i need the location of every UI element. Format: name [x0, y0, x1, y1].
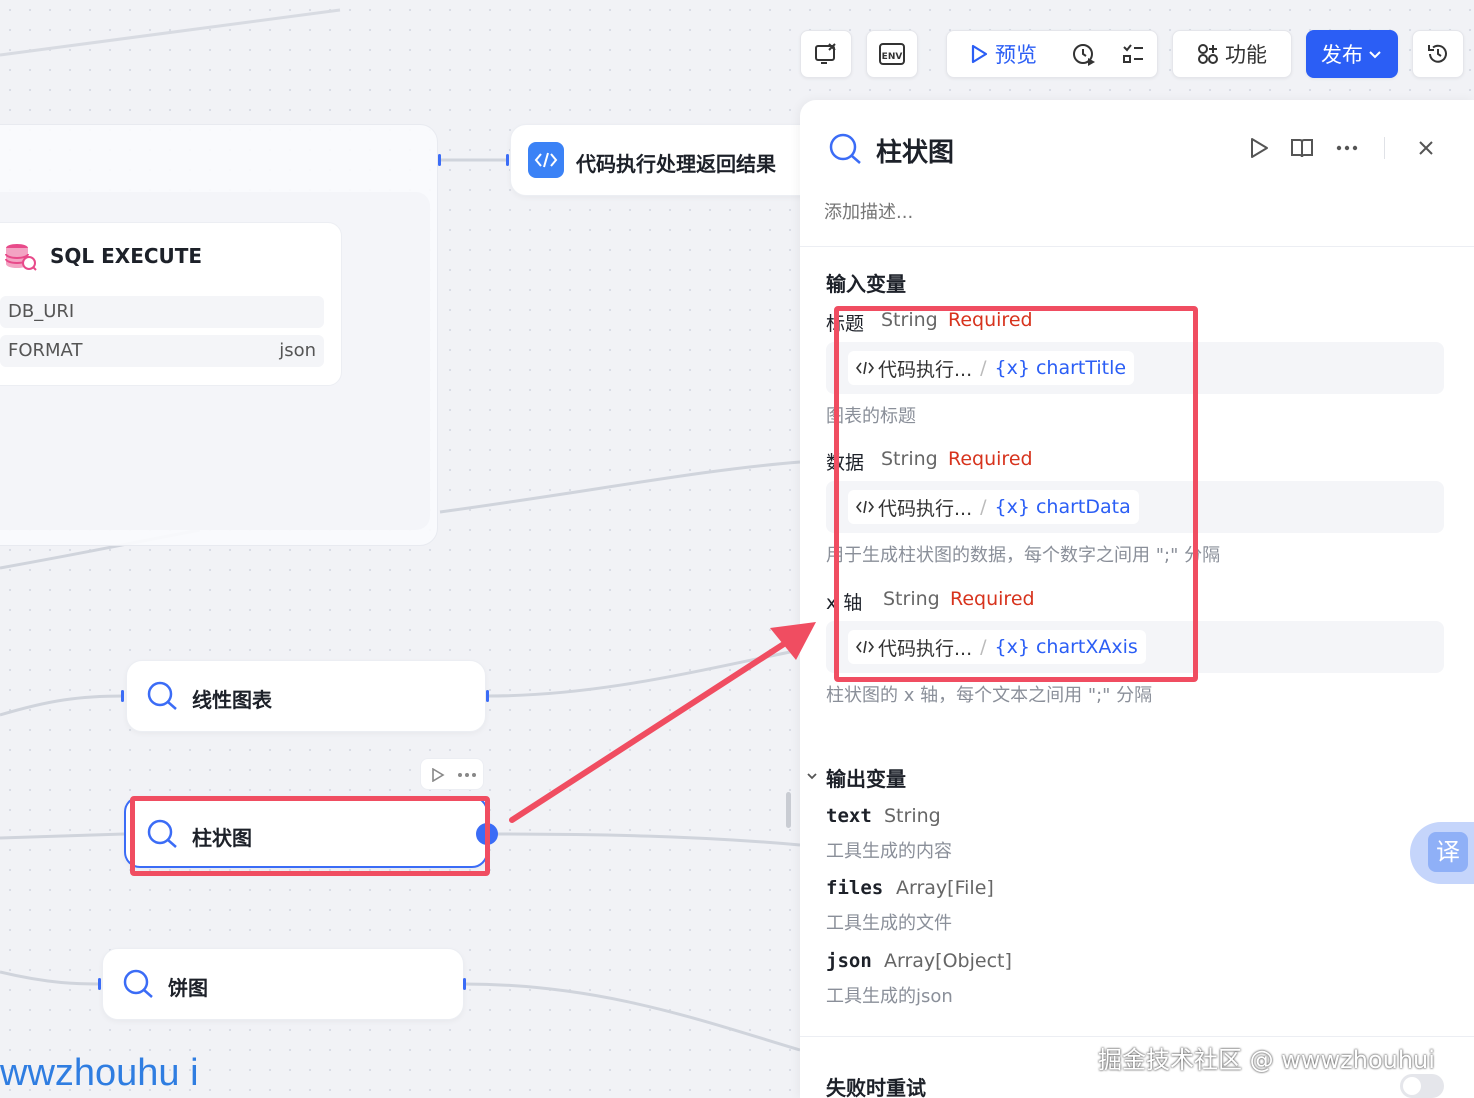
output-var-description: 工具生成的json: [826, 986, 953, 1007]
list-check-icon: [1123, 44, 1143, 63]
panel-divider: [800, 1036, 1474, 1037]
output-var-name: files: [826, 877, 884, 899]
watermark-right: 掘金技术社区 @ wwwzhouhui: [1098, 1046, 1435, 1074]
chart-search-icon: [123, 969, 153, 998]
sql-node-title: SQL EXECUTE: [50, 244, 203, 268]
features-button[interactable]: 功能: [1172, 30, 1292, 78]
code-icon: [528, 142, 564, 178]
checklist-button[interactable]: [800, 30, 852, 78]
input-var-description: 柱状图的 x 轴，每个文本之间用 ";" 分隔: [826, 685, 1153, 706]
version-history-button[interactable]: [1412, 30, 1464, 78]
preview-label: 预览: [995, 43, 1037, 67]
env-icon: ENV: [879, 43, 905, 65]
close-icon[interactable]: [1416, 138, 1436, 158]
preview-button[interactable]: 预览: [969, 39, 1037, 69]
sql-param-row: DB_URI: [0, 296, 324, 328]
sql-param-label: FORMAT: [8, 340, 83, 361]
watermark-left: wwzhouhu i: [0, 1052, 199, 1094]
header-divider: [1384, 137, 1385, 159]
code-node-input-port[interactable]: [506, 154, 509, 166]
retry-toggle[interactable]: [1400, 1074, 1444, 1098]
env-button[interactable]: ENV: [866, 30, 918, 78]
publish-label: 发布: [1321, 43, 1363, 67]
clock-play-icon: [1073, 44, 1095, 66]
output-var-description: 工具生成的内容: [826, 841, 952, 862]
group-output-port[interactable]: [438, 154, 441, 166]
checklist-view-button[interactable]: [1121, 42, 1145, 66]
more-icon[interactable]: [1336, 144, 1358, 152]
play-icon[interactable]: [431, 768, 445, 782]
play-icon: [971, 44, 988, 64]
run-history-button[interactable]: [1071, 42, 1097, 68]
history-icon: [1428, 44, 1447, 63]
sql-param-value: json: [279, 340, 316, 361]
line-chart-input-port[interactable]: [121, 690, 124, 702]
line-chart-output-port[interactable]: [486, 690, 489, 702]
svg-text:ENV: ENV: [882, 52, 903, 62]
publish-button[interactable]: 发布: [1306, 30, 1398, 78]
outputs-section-title: 输出变量: [826, 767, 906, 791]
database-icon: [5, 244, 37, 271]
grid-icon: [1198, 44, 1218, 64]
pie-chart-input-port[interactable]: [98, 978, 101, 990]
book-icon[interactable]: [1290, 137, 1314, 159]
output-var-name: json: [826, 950, 872, 972]
description-input[interactable]: [824, 196, 1424, 228]
line-chart-node[interactable]: [126, 660, 486, 732]
pie-chart-output-port[interactable]: [463, 978, 466, 990]
code-node-title: 代码执行处理返回结果: [576, 152, 776, 176]
chart-search-icon: [829, 133, 861, 164]
sql-param-label: DB_URI: [8, 301, 75, 322]
output-var-type: Array[File]: [896, 877, 994, 899]
retry-section-title: 失败时重试: [826, 1076, 926, 1098]
chart-search-icon: [147, 681, 177, 710]
features-label: 功能: [1225, 43, 1267, 67]
panel-divider: [800, 246, 1474, 247]
line-chart-node-title: 线性图表: [192, 688, 272, 712]
pie-chart-node[interactable]: [102, 948, 464, 1020]
pie-chart-node-title: 饼图: [168, 976, 208, 1000]
run-group: 预览: [946, 30, 1158, 78]
translate-icon: 译: [1428, 832, 1468, 872]
highlight-box-node: [130, 796, 490, 876]
output-var-type: String: [884, 805, 941, 827]
output-var-type: Array[Object]: [884, 950, 1012, 972]
chevron-down-icon: [1369, 51, 1381, 59]
inputs-section-title: 输入变量: [826, 272, 906, 296]
more-icon[interactable]: [457, 771, 477, 779]
panel-title: 柱状图: [876, 138, 955, 168]
sql-param-row: FORMAT json: [0, 335, 324, 367]
toggle-knob: [1403, 1077, 1421, 1095]
output-var-name: text: [826, 805, 872, 827]
annotation-arrow: [509, 622, 816, 823]
output-var-description: 工具生成的文件: [826, 913, 952, 934]
highlight-box-inputs: [834, 306, 1198, 682]
run-node-icon[interactable]: [1248, 137, 1270, 159]
node-actions: [420, 758, 484, 790]
monitor-x-icon: [815, 43, 836, 64]
